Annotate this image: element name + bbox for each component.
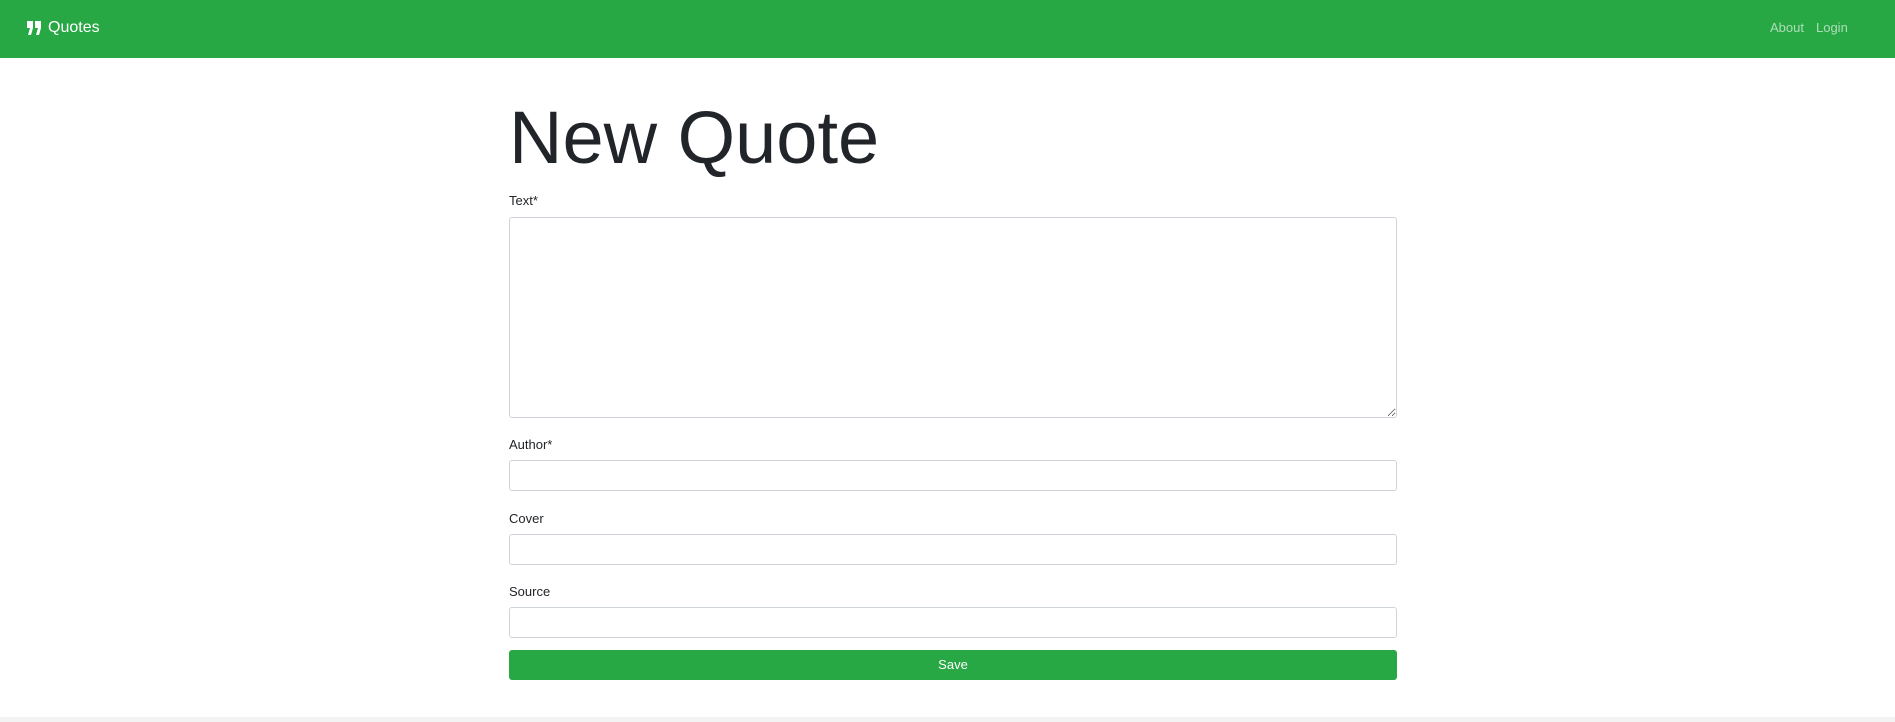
cover-input[interactable]	[509, 534, 1397, 565]
cover-label: Cover	[509, 511, 544, 526]
source-input[interactable]	[509, 607, 1397, 638]
page-title: New Quote	[509, 96, 880, 179]
brand-label: Quotes	[48, 19, 100, 36]
nav-link-about[interactable]: About	[1770, 20, 1804, 36]
page-bottom-divider	[0, 717, 1895, 722]
text-label: Text*	[509, 193, 538, 208]
save-button[interactable]: Save	[509, 650, 1397, 680]
top-navbar: Quotes About Login	[0, 0, 1895, 58]
author-input[interactable]	[509, 460, 1397, 491]
nav-links: About Login	[1770, 20, 1848, 36]
source-label: Source	[509, 584, 551, 599]
nav-link-login[interactable]: Login	[1816, 20, 1848, 36]
brand-link[interactable]: Quotes	[26, 17, 100, 39]
author-label: Author*	[509, 437, 553, 452]
quote-icon	[26, 20, 42, 36]
text-textarea[interactable]	[509, 217, 1397, 418]
